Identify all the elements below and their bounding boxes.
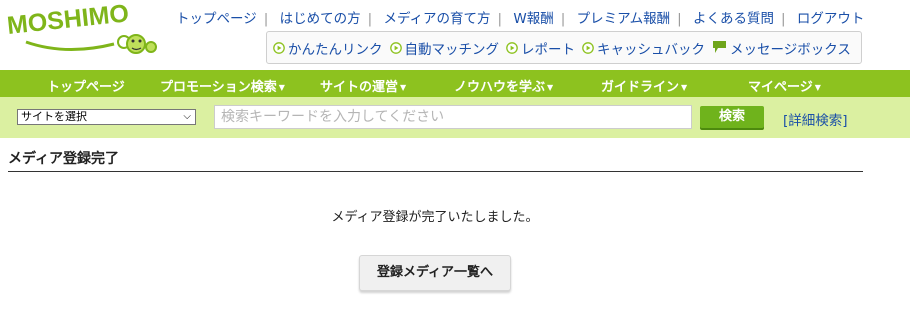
play-circle-icon xyxy=(389,41,402,54)
top-link-beginners[interactable]: はじめての方 xyxy=(280,11,361,27)
top-links: トップページ | はじめての方 | メディアの育て方 | W報酬 | プレミアム報酬 | … xyxy=(176,11,865,27)
nav-knowhow[interactable]: ノウハウを学ぶ ▼ xyxy=(454,76,553,95)
top-link-media-growth[interactable]: メディアの育て方 xyxy=(383,11,490,27)
search-bar: サイトを選択 ⌵ 検索キーワードを入力してください 検索 [詳細検索] xyxy=(0,97,910,138)
caret-down-icon: ▼ xyxy=(400,83,407,92)
quick-link-cashback[interactable]: キャッシュバック xyxy=(582,38,705,58)
quick-link-easy-link[interactable]: かんたんリンク xyxy=(273,38,383,58)
play-circle-icon xyxy=(506,41,518,54)
completion-message: メディア登録が完了いたしました。 xyxy=(331,210,539,225)
quick-link-message-box[interactable]: メッセージボックス xyxy=(712,38,851,58)
quick-link-auto-matching[interactable]: 自動マッチング xyxy=(389,38,499,58)
play-circle-icon xyxy=(273,41,285,54)
global-nav: トップページ プロモーション検索 ▼ サイトの運営 ▼ ノウハウを学ぶ ▼ ガイドライ… xyxy=(0,70,910,97)
nav-site-management[interactable]: サイトの運営 ▼ xyxy=(320,76,406,95)
top-link-top[interactable]: トップページ xyxy=(176,11,257,27)
nav-mypage[interactable]: マイページ ▼ xyxy=(748,76,821,95)
search-input[interactable]: 検索キーワードを入力してください xyxy=(214,105,692,129)
page-title: メディア登録完了 xyxy=(8,151,120,167)
search-button[interactable]: 検索 xyxy=(700,106,764,128)
site-select[interactable]: サイトを選択 ⌵ xyxy=(17,109,196,125)
chevron-down-icon: ⌵ xyxy=(183,111,191,122)
top-link-faq[interactable]: よくある質問 xyxy=(693,11,774,27)
nav-promotion-search[interactable]: プロモーション検索 ▼ xyxy=(160,76,285,95)
top-link-logout[interactable]: ログアウト xyxy=(797,11,865,27)
advanced-search-link[interactable]: [詳細検索] xyxy=(783,109,848,129)
caret-down-icon: ▼ xyxy=(547,83,554,92)
play-circle-icon xyxy=(582,41,594,54)
registered-media-list-button[interactable]: 登録メディア一覧へ xyxy=(359,255,511,291)
svg-text:MOSHIMO: MOSHIMO xyxy=(6,4,130,40)
caret-down-icon: ▼ xyxy=(814,83,821,92)
quick-links-box: かんたんリンク 自動マッチング レポート キャッシュバック メッセージボックス xyxy=(266,31,862,64)
title-divider xyxy=(8,171,863,172)
quick-link-report[interactable]: レポート xyxy=(506,38,575,58)
nav-top[interactable]: トップページ xyxy=(47,76,125,95)
site-header: MOSHIMO トップページ | はじめての方 | メディアの育て方 | W報酬 | プ… xyxy=(0,0,910,70)
top-link-w-reward[interactable]: W報酬 xyxy=(513,11,553,27)
top-link-premium-reward[interactable]: プレミアム報酬 xyxy=(577,11,671,27)
message-icon xyxy=(713,41,726,53)
nav-guideline[interactable]: ガイドライン ▼ xyxy=(601,76,687,95)
caret-down-icon: ▼ xyxy=(681,83,688,92)
caret-down-icon: ▼ xyxy=(278,83,285,92)
moshimo-logo[interactable]: MOSHIMO xyxy=(6,4,166,64)
